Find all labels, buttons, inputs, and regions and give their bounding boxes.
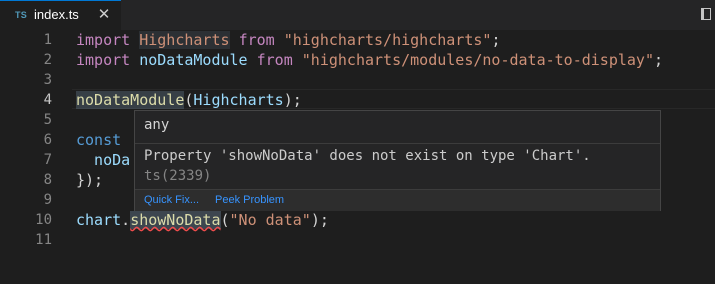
tab-filename: index.ts [34,7,79,22]
punctuation: }); [76,171,104,189]
code-line-7[interactable]: noDa [76,150,130,170]
punctuation: ; [491,31,501,49]
tab-bar: TS index.ts ✕ [0,0,715,30]
hover-type-signature: any [144,117,170,133]
line-number: 5 [43,112,52,128]
split-editor-icon[interactable] [701,8,711,20]
string-literal: "No data" [229,211,311,229]
error-message-text: Property 'showNoData' does not exist on … [144,148,591,164]
code-line-2[interactable]: import noDataModule from "highcharts/mod… [76,50,663,70]
line-number: 1 [43,32,52,48]
code-line-1[interactable]: import Highcharts from "highcharts/highc… [76,30,500,50]
line-number: 9 [43,192,52,208]
peek-problem-link[interactable]: Peek Problem [215,194,284,206]
error-message: Property 'showNoData' does not exist on … [144,146,649,186]
code-line-10[interactable]: chart.showNoData("No data"); [76,210,329,230]
line-number: 8 [43,172,52,188]
line-number: 6 [43,132,52,148]
string-literal: "highcharts/highcharts" [283,31,492,49]
line-number: 7 [43,152,52,168]
punctuation: . [121,211,131,229]
code-line-6[interactable]: const [76,130,121,150]
identifier: Highcharts [139,31,230,49]
punctuation: ( [220,211,230,229]
keyword: import [76,31,131,49]
line-number: 2 [43,52,52,68]
punctuation: ); [310,211,329,229]
punctuation: ); [283,91,302,109]
line-number-active: 4 [43,92,52,108]
code-line-4[interactable]: noDataModule(Highcharts); [76,90,302,110]
identifier: noDataModule [139,51,248,69]
hover-actions-bar: Quick Fix... Peek Problem [135,190,660,211]
code-line-8[interactable]: }); [76,170,103,190]
function-call: noDataModule [76,91,185,109]
keyword: from [256,51,293,69]
line-number: 11 [35,232,52,248]
tab-index-ts[interactable]: TS index.ts ✕ [0,0,121,30]
close-icon[interactable]: ✕ [96,5,112,23]
hover-tooltip: any Property 'showNoData' does not exist… [134,110,661,211]
typescript-file-icon: TS [15,10,28,20]
keyword: from [238,31,275,49]
quick-fix-link[interactable]: Quick Fix... [144,194,199,206]
error-code: ts(2339) [144,168,212,184]
keyword: const [76,131,122,149]
punctuation: ; [653,51,664,69]
identifier: noDa [76,151,131,169]
line-number: 10 [35,212,52,228]
keyword: import [76,51,131,69]
divider [135,143,660,144]
identifier: Highcharts [193,91,284,109]
error-squiggle-method[interactable]: showNoData [130,211,221,229]
identifier: chart [76,211,122,229]
line-number: 3 [43,72,52,88]
string-literal: "highcharts/modules/no-data-to-display" [301,51,654,69]
